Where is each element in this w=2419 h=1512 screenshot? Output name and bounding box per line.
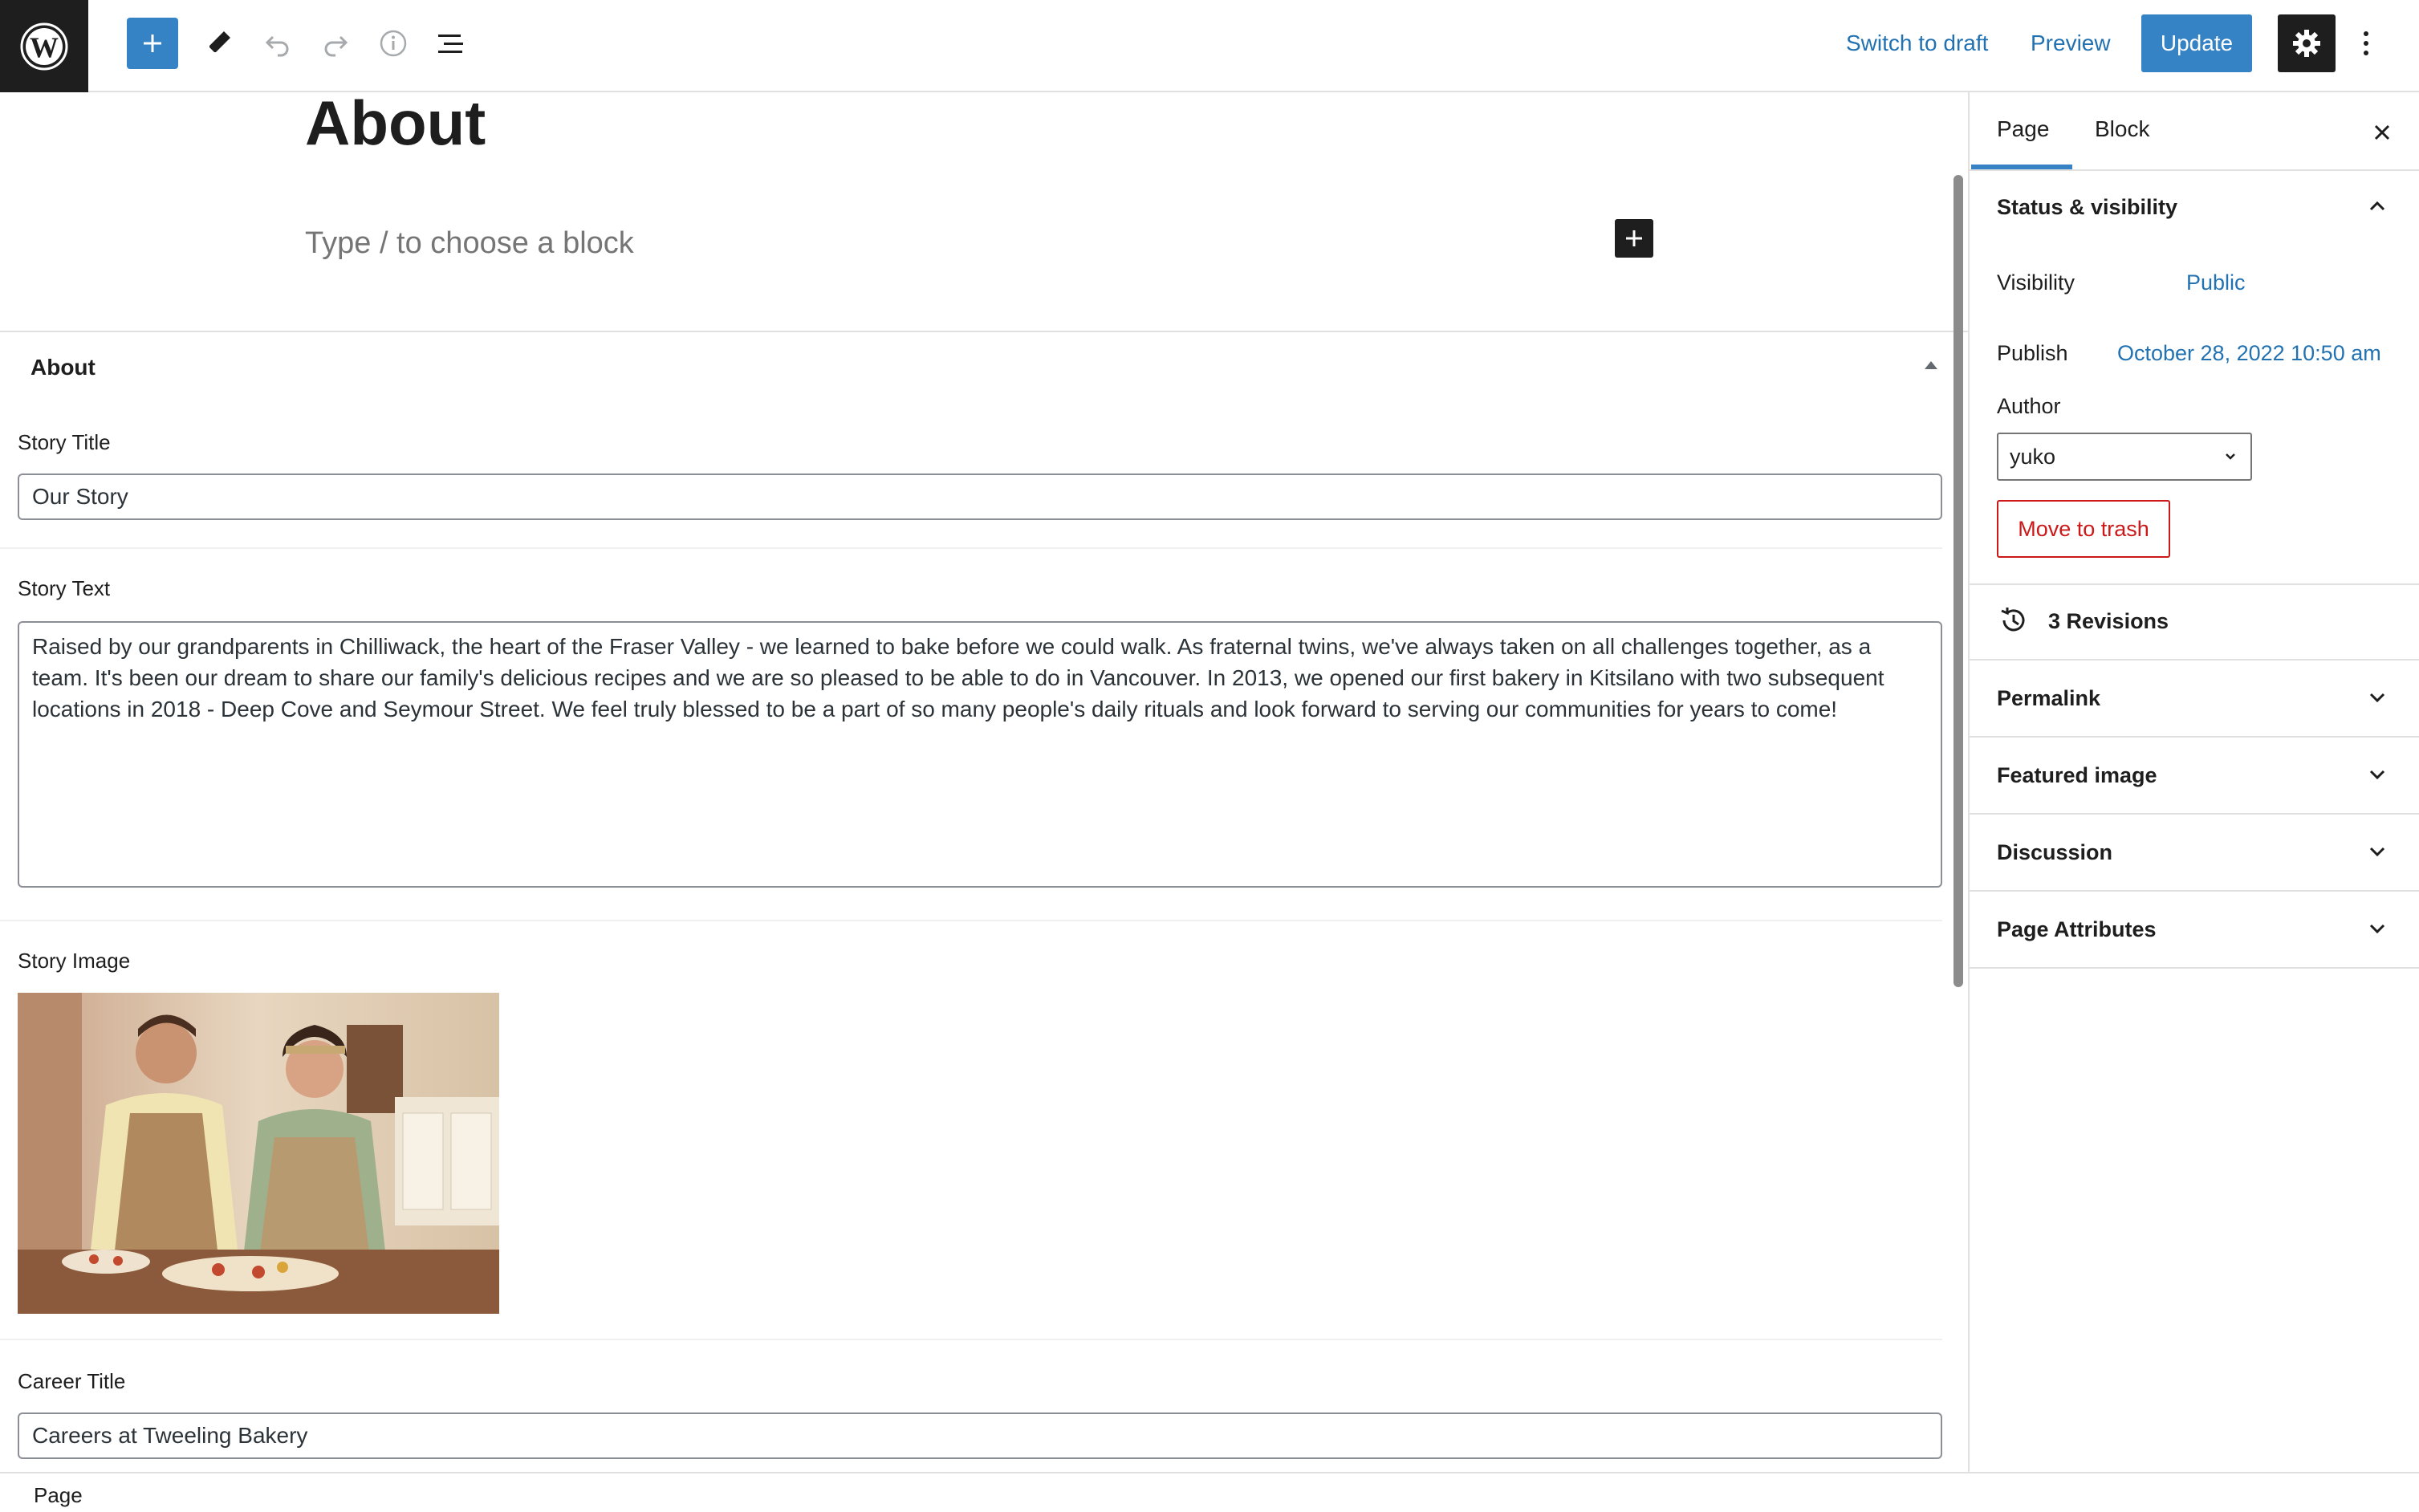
story-title-input[interactable]: Our Story <box>18 474 1942 520</box>
revisions-link[interactable]: 3 Revisions <box>2048 609 2169 634</box>
chevron-down-icon <box>2226 453 2235 460</box>
preview-button[interactable]: Preview <box>2031 22 2111 64</box>
svg-text:W: W <box>30 31 59 63</box>
chevron-down-icon[interactable] <box>2366 686 2389 709</box>
list-view-button[interactable] <box>433 26 469 61</box>
chevron-down-icon[interactable] <box>2366 763 2389 786</box>
tab-block[interactable]: Block <box>2095 116 2149 142</box>
block-breadcrumb[interactable]: Page <box>34 1483 83 1508</box>
settings-sidebar: Page Block Status & visibility Visibilit… <box>1968 92 2419 1473</box>
panel-divider <box>1970 659 2419 660</box>
story-title-label: Story Title <box>18 430 111 454</box>
visibility-value-link[interactable]: Public <box>2186 270 2246 295</box>
page-attributes-panel-toggle[interactable]: Page Attributes <box>1997 917 2157 942</box>
author-select-value: yuko <box>2010 444 2056 469</box>
panel-divider <box>1970 813 2419 815</box>
story-text-label: Story Text <box>18 576 111 600</box>
details-button[interactable] <box>376 26 411 61</box>
publish-date-link[interactable]: October 28, 2022 10:50 am <box>2117 341 2381 366</box>
tools-button[interactable] <box>201 24 238 61</box>
block-appender-placeholder[interactable]: Type / to choose a block <box>305 226 634 261</box>
add-block-button[interactable] <box>1615 219 1653 258</box>
visibility-label: Visibility <box>1997 270 2075 295</box>
redo-icon <box>324 35 348 57</box>
plus-icon <box>1626 230 1642 246</box>
story-image[interactable] <box>18 993 499 1314</box>
wordpress-logo-icon[interactable]: W <box>0 0 88 92</box>
update-button[interactable]: Update <box>2141 14 2252 72</box>
panel-divider <box>1970 967 2419 969</box>
story-image-label: Story Image <box>18 949 131 973</box>
panel-divider <box>1970 583 2419 585</box>
close-icon <box>2374 124 2390 140</box>
metabox-title: About <box>30 355 96 380</box>
undo-icon <box>265 35 289 57</box>
career-title-label: Career Title <box>18 1369 126 1393</box>
chevron-down-icon[interactable] <box>2366 840 2389 863</box>
custom-fields-metabox: About Story Title Our Story Story Text R… <box>0 331 1968 1472</box>
settings-button[interactable] <box>2278 14 2336 72</box>
backup-icon <box>2001 608 2025 632</box>
publish-label: Publish <box>1997 341 2068 365</box>
chevron-down-icon[interactable] <box>2366 917 2389 940</box>
undo-button[interactable] <box>260 26 295 61</box>
author-label: Author <box>1997 394 2061 418</box>
redo-button[interactable] <box>318 26 353 61</box>
gear-icon <box>2293 30 2320 57</box>
post-title[interactable]: About <box>305 87 486 160</box>
more-vertical-icon <box>2364 31 2368 55</box>
permalink-panel-toggle[interactable]: Permalink <box>1997 686 2100 711</box>
chevron-up-icon[interactable] <box>2366 195 2389 217</box>
block-inserter-button[interactable] <box>127 18 178 69</box>
editor-scrollbar[interactable] <box>1953 175 1963 987</box>
field-divider <box>0 547 1942 549</box>
tab-page[interactable]: Page <box>1997 116 2049 142</box>
discussion-panel-toggle[interactable]: Discussion <box>1997 840 2112 865</box>
tabs-divider <box>1970 169 2419 171</box>
list-view-icon <box>438 35 463 53</box>
info-icon <box>380 30 407 57</box>
collapse-toggle-icon[interactable] <box>1925 361 1937 369</box>
close-sidebar-button[interactable] <box>2368 118 2397 147</box>
featured-image-panel-toggle[interactable]: Featured image <box>1997 763 2157 788</box>
pencil-icon <box>209 31 230 52</box>
editor-footer: Page <box>0 1472 2419 1512</box>
move-to-trash-button[interactable]: Move to trash <box>1997 500 2170 558</box>
author-select[interactable]: yuko <box>1997 433 2252 481</box>
status-visibility-panel-toggle[interactable]: Status & visibility <box>1997 195 2177 220</box>
field-divider <box>0 920 1942 921</box>
panel-divider <box>1970 736 2419 738</box>
editor-header: W Switch to draft Preview Update <box>0 0 2419 92</box>
career-title-input[interactable]: Careers at Tweeling Bakery <box>18 1412 1942 1459</box>
field-divider <box>0 1339 1942 1340</box>
panel-divider <box>1970 890 2419 892</box>
story-text-textarea[interactable]: Raised by our grandparents in Chilliwack… <box>18 621 1942 888</box>
switch-to-draft-button[interactable]: Switch to draft <box>1846 22 1988 64</box>
plus-icon <box>144 35 161 52</box>
more-options-button[interactable] <box>2352 16 2380 71</box>
